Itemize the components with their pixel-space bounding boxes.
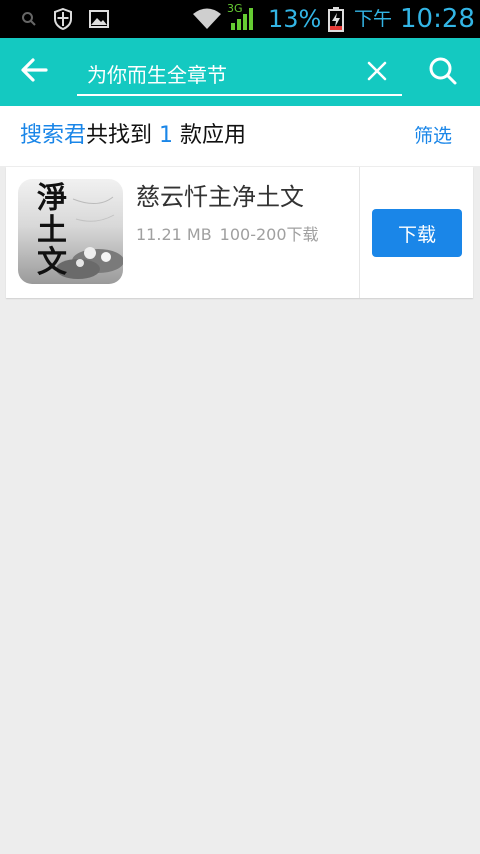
shield-icon [52,0,74,38]
search-box [77,52,402,96]
time-period: 下午 [354,8,393,30]
back-arrow-icon [20,57,48,87]
search-button[interactable] [424,54,462,92]
filter-button[interactable]: 筛选 [414,106,452,166]
clear-icon [367,61,387,85]
wifi-icon [191,0,223,38]
app-size: 11.21 MB [136,225,212,244]
back-button[interactable] [14,54,54,90]
image-icon [88,0,110,38]
app-icon-char: 淨 [37,181,67,216]
app-name: 慈云忏主净土文 [136,183,304,211]
result-prefix: 搜索君 [20,123,87,148]
result-suffix: 款应用 [180,123,247,148]
clock-time: 10:28 [400,4,475,34]
result-found-text: 共找到 [86,123,153,148]
result-header: 搜索君共找到 1 款应用 筛选 [0,106,480,166]
battery-charging-icon [326,0,346,38]
search-toolbar [0,38,480,106]
status-bar: 3G 13% 下午 10:28 [0,0,480,38]
app-list-item[interactable]: 淨 土 文 慈云忏主净土文 11.21 MB 100-200下载 下载 [6,167,473,298]
card-divider [359,167,360,298]
app-downloads: 100-200下载 [219,225,319,244]
app-icon-char: 土 [37,213,67,248]
battery-percent: 13% [268,5,322,33]
app-icon-char: 文 [37,245,67,280]
app-meta: 11.21 MB 100-200下载 [136,221,327,245]
search-icon [428,56,458,90]
clear-button[interactable] [364,60,390,86]
signal-icon [230,0,256,38]
search-input[interactable] [87,58,347,88]
search-icon [18,0,40,38]
result-summary: 搜索君共找到 1 款应用 [20,106,246,166]
app-icon: 淨 土 文 [18,179,123,284]
download-button[interactable]: 下载 [372,209,462,257]
result-count: 1 [159,123,174,148]
